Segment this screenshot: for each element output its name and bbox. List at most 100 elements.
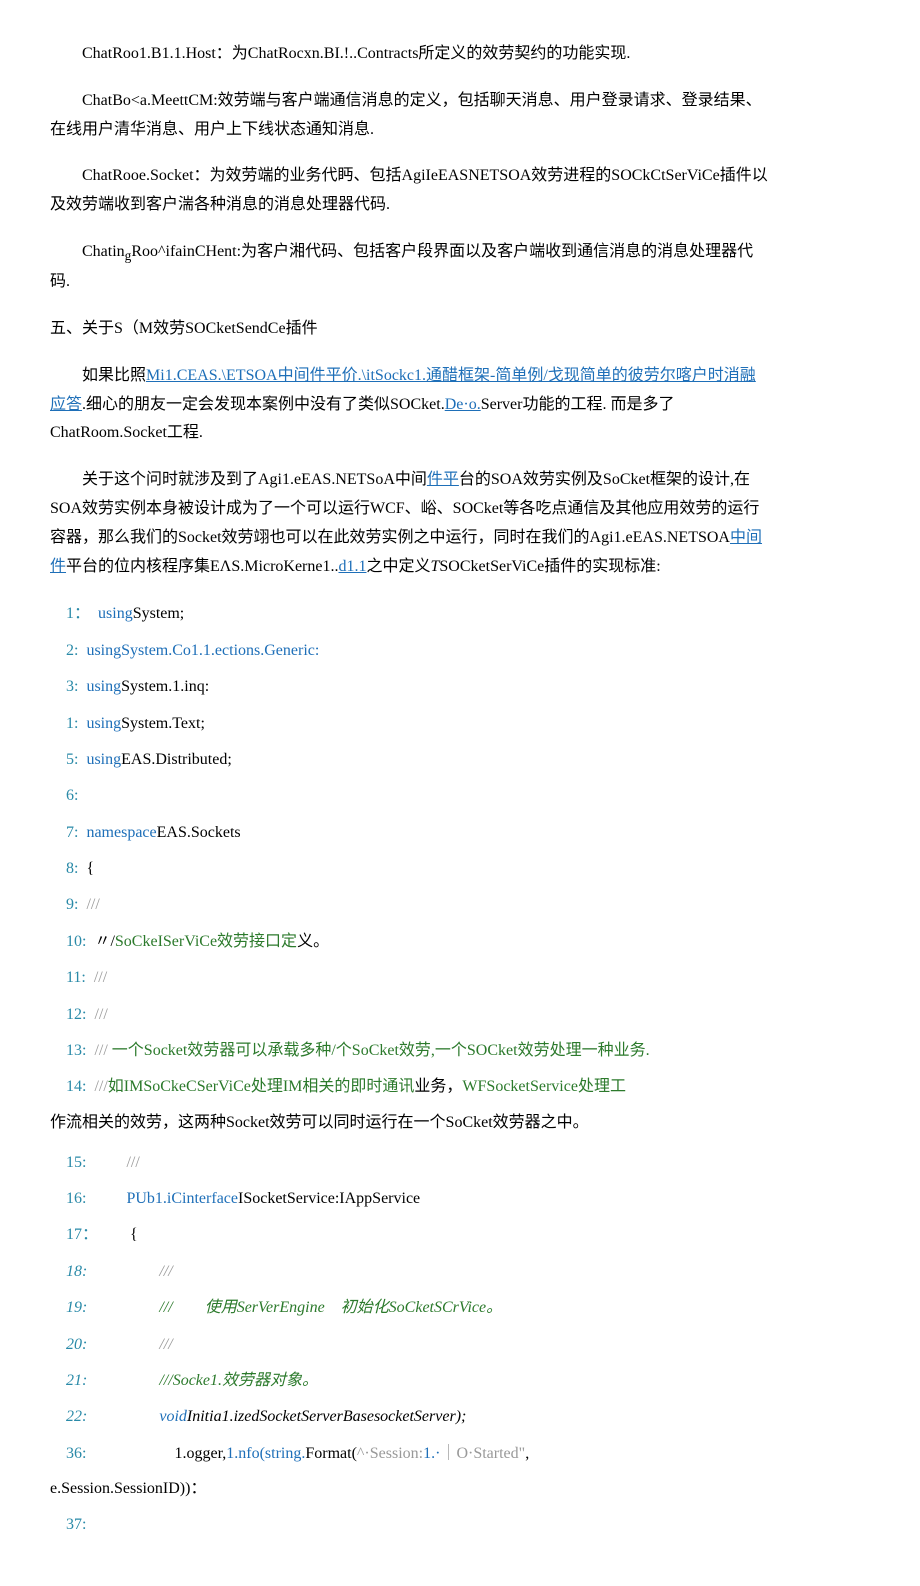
code-line: 6: (50, 781, 770, 811)
code-token: 一个Socket效劳器可以承载多种/个SoCket效劳,一个SOCket效劳处理… (108, 1042, 650, 1059)
code-token: /// (94, 1006, 123, 1023)
code-token: Initia1.izedSocketServerBasesocketServer… (187, 1408, 466, 1425)
code-token: EAS.Distributed; (121, 751, 232, 768)
line-number: 17： (50, 1226, 90, 1243)
code-line: 20: /// (50, 1330, 770, 1360)
code-token: { (130, 1226, 138, 1243)
line-number: 5: (50, 751, 78, 768)
code-token: ｜O·Started" (440, 1445, 525, 1462)
code-line: 36: 1.ogger,1.nfo(string.Format(^·Sessio… (50, 1439, 770, 1469)
line-number: 2: (50, 642, 78, 659)
code-line: 21: ///Socke1.效劳器对象。 (50, 1366, 770, 1396)
code-token: ISocketService:IAppService (238, 1190, 420, 1207)
code-line: 15: /// (50, 1148, 770, 1178)
code-block: 15: /// 16: PUb1.iCinterfaceISocketServi… (50, 1148, 770, 1470)
code-line: 19: /// 使用SerVerEngine 初始化SoCketSCrVice。 (50, 1293, 770, 1323)
code-token: SoCkeISerViCe效劳接口定 (115, 933, 297, 950)
code-token: System.Text; (121, 715, 205, 732)
code-token: /// (86, 896, 115, 913)
code-line: 8: { (50, 854, 770, 884)
code-line: 9: /// (50, 890, 770, 920)
code-line: 18: /// (50, 1257, 770, 1287)
line-number: 20: (50, 1336, 87, 1353)
code-token: System.1.inq: (121, 678, 209, 695)
line-number: 37: (50, 1516, 86, 1533)
line-number: 19: (50, 1299, 87, 1316)
code-token: using (98, 605, 133, 622)
code-tail: e.Session.SessionID))： (50, 1475, 770, 1504)
code-token: WFSocketService处理工 (462, 1078, 626, 1095)
paragraph: 五、关于S（M效劳SOCketSendCe插件 (50, 315, 770, 344)
code-token: PUb1.iCinterface (126, 1190, 238, 1207)
paragraph: ChatRooe.Socket：为效劳端的业务代眄、包括AgiIeEASNETS… (50, 162, 770, 220)
code-line: 12: /// (50, 1000, 770, 1030)
line-number: 1: (50, 715, 78, 732)
code-token: ^·Session: (357, 1445, 423, 1462)
code-line: 1： usingSystem; (50, 599, 770, 629)
code-token: usingSystem.Co1.1.ections.Generic: (86, 642, 319, 659)
code-line: 5: usingEAS.Distributed; (50, 745, 770, 775)
code-token: 如IMSoCkeCSerViCe处理IM相关的即时通讯 (108, 1078, 415, 1095)
code-token: 义。 (297, 933, 329, 950)
code-token: , (525, 1445, 529, 1462)
code-token: System; (133, 605, 185, 622)
line-number: 22: (50, 1408, 87, 1425)
code-line: 22: voidInitia1.izedSocketServerBasesock… (50, 1402, 770, 1432)
line-number: 6: (50, 787, 78, 804)
code-token: 业务， (414, 1078, 462, 1095)
paragraph: 关于这个问时就涉及到了Agi1.eEAS.NETSoA中间件平台的SOA效劳实例… (50, 466, 770, 581)
line-number: 1： (50, 605, 90, 622)
line-number: 11: (50, 969, 86, 986)
code-line: 16: PUb1.iCinterfaceISocketService:IAppS… (50, 1184, 770, 1214)
code-token: /// (94, 969, 123, 986)
line-number: 8: (50, 860, 78, 877)
code-line: 37: (50, 1510, 770, 1540)
line-number: 7: (50, 824, 78, 841)
line-number: 12: (50, 1006, 86, 1023)
line-number: 3: (50, 678, 78, 695)
code-line: 1: usingSystem.Text; (50, 709, 770, 739)
code-line: 14: ///如IMSoCkeCSerViCe处理IM相关的即时通讯业务，WFSo… (50, 1072, 770, 1102)
code-token: /// (94, 1042, 107, 1059)
code-block: 1：usingSystem; 2:usingSystem.Co1.1.ectio… (50, 599, 770, 1102)
code-token: using (86, 715, 121, 732)
code-token: ///Socke1.效劳器对象。 (159, 1372, 318, 1389)
code-token: /// (159, 1336, 172, 1353)
line-number: 36: (50, 1445, 86, 1462)
line-number: 10: (50, 933, 86, 950)
line-number: 16: (50, 1190, 86, 1207)
code-token: /// (126, 1154, 171, 1171)
code-token: EAS.Sockets (157, 824, 241, 841)
line-number: 13: (50, 1042, 86, 1059)
code-line: 2: usingSystem.Co1.1.ections.Generic: (50, 636, 770, 666)
paragraph: ChatRoo1.B1.1.Host：为ChatRocxn.BI.!..Cont… (50, 40, 770, 69)
code-line: 11: /// (50, 963, 770, 993)
code-token: namespace (86, 824, 156, 841)
line-number: 21: (50, 1372, 87, 1389)
paragraph: ChatingRoo^ifainCHent:为客户湘代码、包括客户段界面以及客户… (50, 238, 770, 297)
code-line: 13: /// 一个Socket效劳器可以承载多种/个SoCket效劳,一个SOC… (50, 1036, 770, 1066)
line-number: 18: (50, 1263, 87, 1280)
code-token: 1.ogger, (174, 1445, 226, 1462)
line-number: 14: (50, 1078, 86, 1095)
code-line: 7: namespaceEAS.Sockets (50, 818, 770, 848)
code-line: 17： { (50, 1220, 770, 1250)
line-number: 15: (50, 1154, 86, 1171)
code-token: 1.· (423, 1445, 440, 1462)
paragraph: 如果比照Mi1.CEAS.\ETSOA中间件平价.\itSockc1.通醋框架-… (50, 362, 770, 448)
line-number: 9: (50, 896, 78, 913)
code-line: 10: 〃/SoCkeISerViCe效劳接口定义。 (50, 927, 770, 957)
code-token: void (159, 1408, 187, 1425)
code-token: Format( (305, 1445, 357, 1462)
code-token: using (86, 678, 121, 695)
code-token: /// (94, 1078, 107, 1095)
code-token: { (86, 860, 94, 877)
code-token: /// 使用SerVerEngine 初始化SoCketSCrVice。 (159, 1299, 502, 1316)
code-token: 〃/ (94, 933, 114, 950)
code-wrap-text: 作流相关的效劳，这两种Socket效劳可以同时运行在一个SoCket效劳器之中。 (50, 1109, 770, 1138)
paragraph: ChatBo<a.MeettCM:效劳端与客户端通信消息的定义，包括聊天消息、用… (50, 87, 770, 145)
code-token: /// (159, 1263, 204, 1280)
code-token: using (86, 751, 121, 768)
code-token: 1.nfo(string. (226, 1445, 305, 1462)
code-line: 3: usingSystem.1.inq: (50, 672, 770, 702)
